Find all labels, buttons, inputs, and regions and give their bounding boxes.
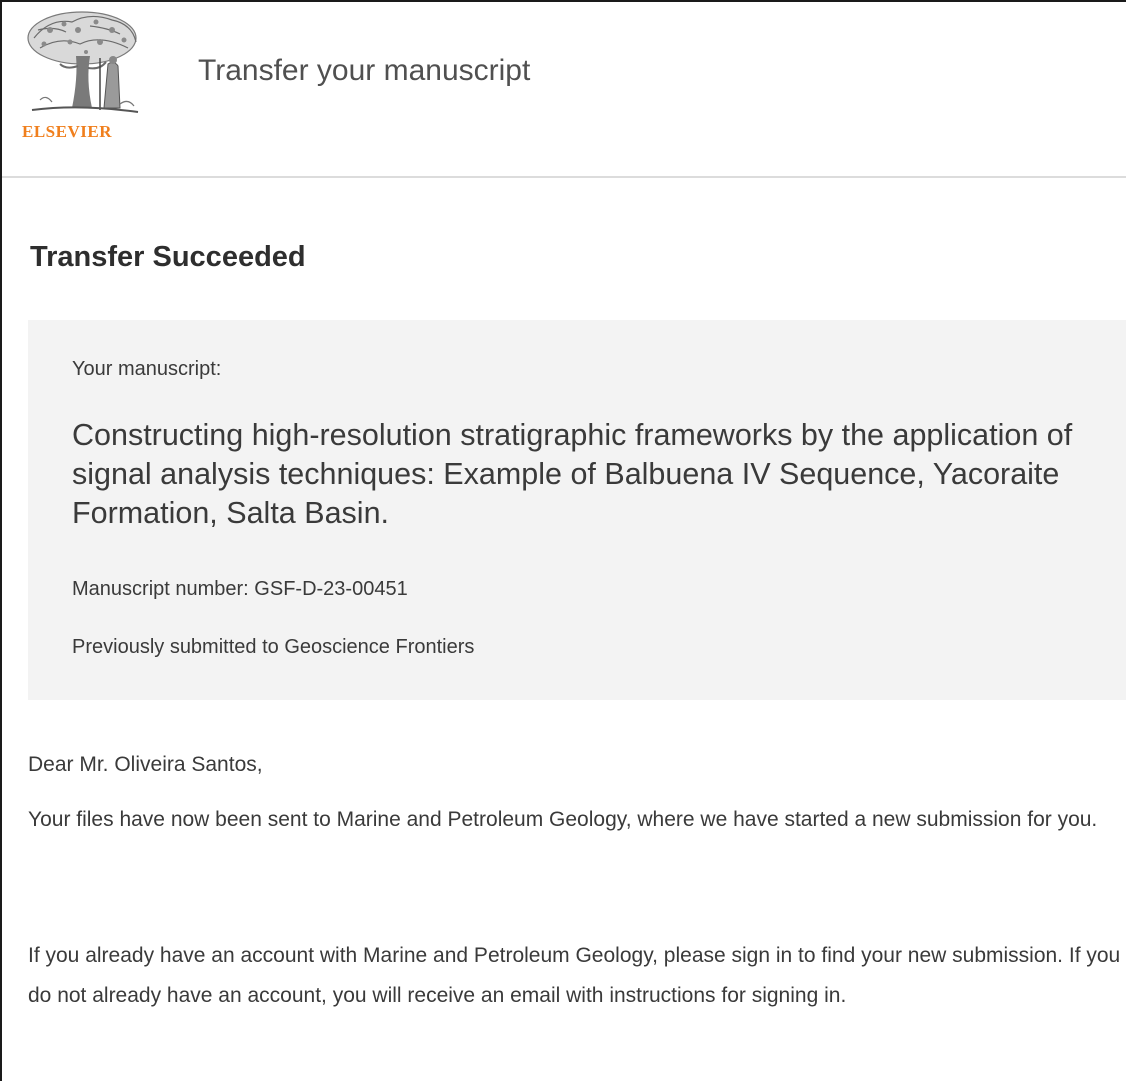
greeting-text: Dear Mr. Oliveira Santos, bbox=[28, 753, 263, 776]
elsevier-wordmark: ELSEVIER bbox=[22, 122, 112, 141]
sign-in-paragraph: If you already have an account with Mari… bbox=[28, 944, 1121, 1007]
page-frame: ELSEVIER Transfer your manuscript Transf… bbox=[0, 0, 1126, 1081]
manuscript-label: Your manuscript: bbox=[72, 358, 222, 380]
files-sent-paragraph: Your files have now been sent to Marine … bbox=[28, 808, 1098, 831]
manuscript-title: Constructing high-resolution stratigraph… bbox=[72, 418, 1073, 530]
manuscript-number: Manuscript number: GSF-D-23-00451 bbox=[72, 578, 408, 600]
page-header: ELSEVIER Transfer your manuscript bbox=[2, 2, 1126, 178]
manuscript-panel: Your manuscript: Constructing high-resol… bbox=[28, 320, 1126, 700]
status-heading: Transfer Succeeded bbox=[30, 241, 306, 273]
previous-journal: Previously submitted to Geoscience Front… bbox=[72, 636, 475, 658]
elsevier-logo: ELSEVIER bbox=[20, 8, 148, 148]
tree-emblem-icon bbox=[27, 11, 139, 113]
page-title: Transfer your manuscript bbox=[198, 54, 531, 87]
